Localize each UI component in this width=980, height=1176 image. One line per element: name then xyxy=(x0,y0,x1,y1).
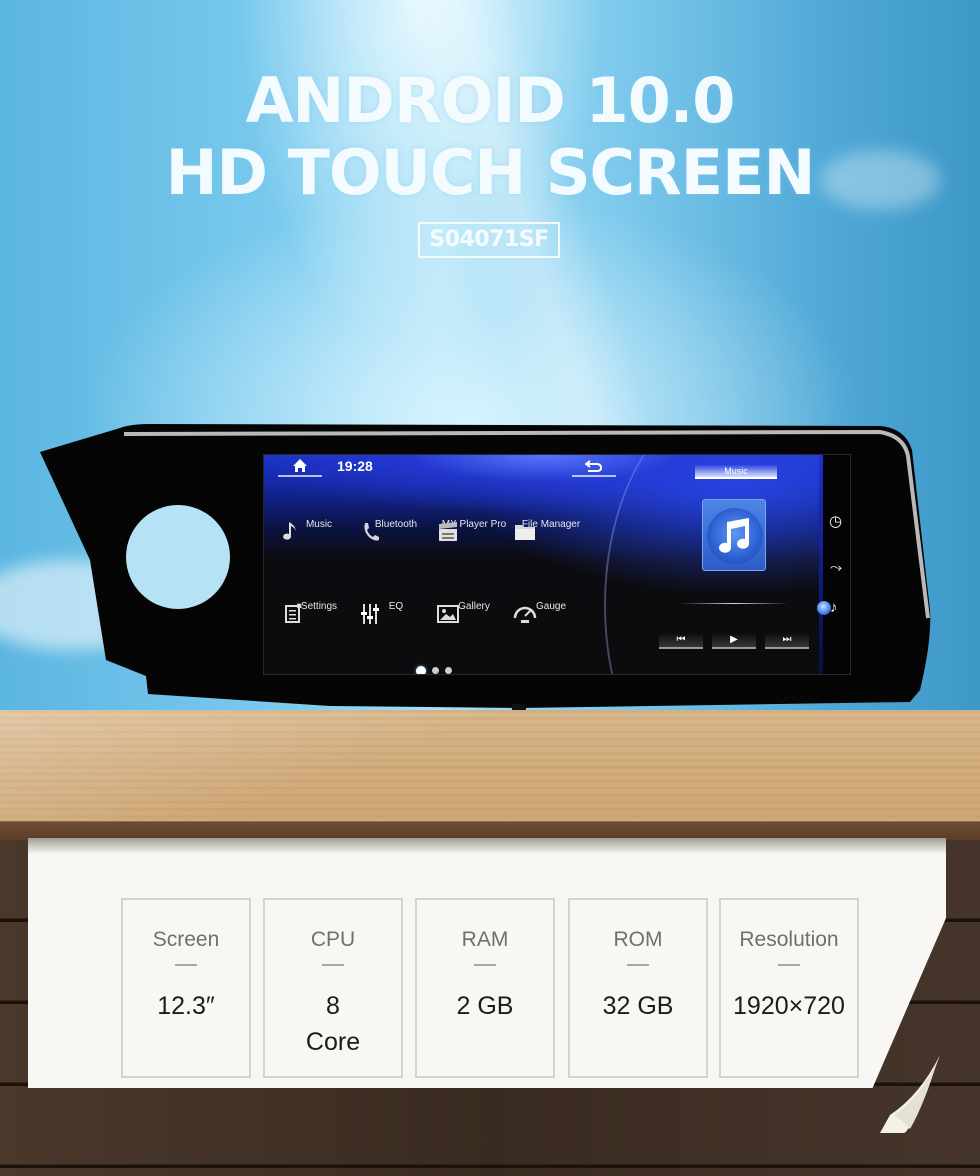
spec-label: CPU xyxy=(310,928,356,951)
equalizer-icon xyxy=(361,604,379,624)
back-button[interactable] xyxy=(572,457,616,477)
spec-ram: RAM 2 GB xyxy=(415,898,555,1078)
track-progress-bar[interactable] xyxy=(679,603,789,604)
page-dot-active[interactable] xyxy=(416,665,426,674)
app-gauge[interactable]: Gauge xyxy=(512,601,590,623)
spec-rom: ROM 32 GB xyxy=(568,898,708,1078)
wooden-table-top xyxy=(0,710,980,822)
app-settings[interactable]: Settings xyxy=(280,601,358,623)
clapperboard-icon xyxy=(439,522,457,541)
touch-screen[interactable]: 19:28 Music Bluetooth MX Player Pro File… xyxy=(263,454,851,675)
spec-resolution: Resolution 1920×720 xyxy=(719,898,859,1078)
spec-label: RAM xyxy=(461,928,509,951)
divider xyxy=(778,964,800,966)
image-icon xyxy=(437,605,459,623)
speedometer-icon xyxy=(513,606,537,623)
table-edge xyxy=(0,820,980,840)
app-file-manager[interactable]: File Manager xyxy=(512,519,590,540)
spec-label: Resolution xyxy=(739,928,839,951)
app-music[interactable]: Music xyxy=(280,519,358,540)
home-button[interactable] xyxy=(278,457,322,477)
divider xyxy=(175,964,197,966)
spec-value: 8 xyxy=(326,992,340,1020)
spec-value: 2 GB xyxy=(456,992,514,1020)
divider xyxy=(474,964,496,966)
music-note-icon[interactable]: ♪ xyxy=(830,599,838,616)
spec-value-unit: Core xyxy=(305,1028,361,1056)
phone-icon xyxy=(364,523,379,541)
app-bluetooth[interactable]: Bluetooth xyxy=(357,519,435,541)
album-art[interactable] xyxy=(702,499,766,571)
next-track-button[interactable]: ⏭ xyxy=(765,633,809,649)
app-eq[interactable]: EQ xyxy=(357,601,435,624)
app-gallery[interactable]: Gallery xyxy=(435,601,513,623)
spec-label: Screen xyxy=(152,928,220,951)
music-note-icon xyxy=(283,522,296,540)
music-note-icon xyxy=(719,518,749,553)
spec-value: 12.3″ xyxy=(157,992,215,1020)
page-indicator xyxy=(416,662,458,674)
head-unit-device: 19:28 Music Bluetooth MX Player Pro File… xyxy=(0,0,980,720)
back-arrow-icon xyxy=(585,460,603,472)
divider xyxy=(627,964,649,966)
spec-screen: Screen 12.3″ xyxy=(121,898,251,1078)
spec-value: 32 GB xyxy=(602,992,674,1020)
navigation-icon[interactable]: ⤳ xyxy=(830,559,842,576)
spec-label: ROM xyxy=(613,928,663,951)
play-button[interactable]: ▶ xyxy=(712,633,756,649)
active-indicator-glow xyxy=(817,601,831,615)
bezel-cutout xyxy=(126,505,230,609)
clock-icon[interactable]: ◷ xyxy=(829,512,842,530)
folder-icon xyxy=(515,525,535,540)
previous-track-button[interactable]: ⏮ xyxy=(659,633,703,649)
app-mx-player-pro[interactable]: MX Player Pro xyxy=(435,519,513,541)
home-icon xyxy=(293,459,307,472)
settings-doc-icon xyxy=(285,603,302,623)
spec-value: 1920×720 xyxy=(733,992,845,1020)
clock-time: 19:28 xyxy=(337,458,373,474)
spec-cpu: CPU 8 Core xyxy=(263,898,403,1078)
paper-curl xyxy=(880,1055,940,1133)
music-widget-tab[interactable]: Music xyxy=(695,465,777,479)
divider xyxy=(322,964,344,966)
